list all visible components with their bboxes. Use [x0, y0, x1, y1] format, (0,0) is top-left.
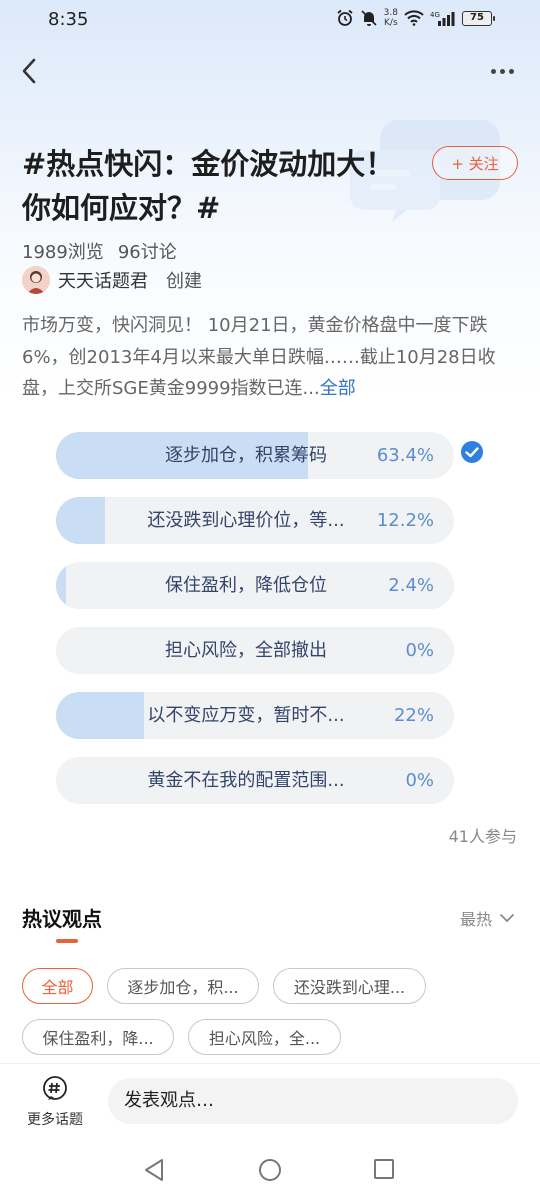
system-navigation-bar — [0, 1140, 540, 1200]
poll-option-percent: 2.4% — [388, 575, 434, 596]
poll-option-percent: 0% — [405, 770, 434, 791]
poll-option-label: 保住盈利，降低仓位 — [165, 575, 327, 596]
avatar[interactable] — [22, 266, 50, 294]
description-more-link[interactable]: 全部 — [320, 378, 356, 399]
topic-stats: 1989浏览 96讨论 — [22, 238, 177, 264]
view-count: 1989浏览 — [22, 242, 104, 263]
hashtag-icon — [43, 1076, 67, 1100]
more-topics-label: 更多话题 — [27, 1112, 83, 1128]
section-title: 热议观点 — [22, 907, 102, 931]
poll: 逐步加仓，积累筹码 63.4% 还没跌到心理价位，等... 12.2% 保住盈利，降低仓… — [56, 432, 454, 822]
filter-chip[interactable]: 逐步加仓，积... — [107, 968, 259, 1004]
selected-check-icon — [461, 441, 483, 463]
bottom-action-bar: 更多话题 发表观点… — [0, 1063, 540, 1138]
discussion-count: 96讨论 — [117, 242, 177, 263]
section-title-underline — [56, 939, 78, 943]
poll-option-percent: 63.4% — [376, 445, 434, 466]
poll-option-label: 担心风险，全部撤出 — [165, 640, 327, 661]
filter-chip[interactable]: 还没跌到心理... — [273, 968, 426, 1004]
mute-bell-icon — [361, 10, 377, 26]
poll-option-label: 黄金不在我的配置范围... — [147, 770, 345, 791]
poll-option-label: 还没跌到心理价位，等... — [147, 510, 345, 531]
sort-label: 最热 — [459, 910, 492, 929]
poll-option[interactable]: 逐步加仓，积累筹码 63.4% — [56, 432, 454, 479]
creator-info[interactable]: 天天话题君 创建 — [22, 265, 202, 295]
topic-title: #热点快闪：金价波动加大！你如何应对？# — [22, 147, 395, 225]
poll-option-label: 以不变应万变，暂时不... — [147, 705, 345, 726]
alarm-icon — [337, 9, 353, 26]
network-type-label: 4G — [430, 11, 440, 19]
filter-chip[interactable]: 担心风险，全... — [188, 1019, 341, 1055]
creator-role: 创建 — [166, 271, 202, 292]
poll-option-percent: 22% — [393, 705, 434, 726]
poll-option[interactable]: 保住盈利，降低仓位 2.4% — [56, 562, 454, 609]
more-dots-icon — [490, 68, 496, 74]
back-button[interactable] — [14, 55, 44, 87]
filter-chip[interactable]: 保住盈利，降... — [22, 1019, 174, 1055]
status-time: 8:35 — [48, 9, 89, 30]
follow-button[interactable]: + 关注 — [432, 146, 518, 180]
poll-option[interactable]: 黄金不在我的配置范围... 0% — [56, 757, 454, 804]
poll-option[interactable]: 担心风险，全部撤出 0% — [56, 627, 454, 674]
sort-dropdown[interactable]: 最热 — [460, 906, 514, 930]
signal-icon: 4G — [430, 11, 455, 26]
chevron-left-icon — [22, 58, 36, 84]
poll-option-percent: 12.2% — [376, 510, 434, 531]
description-text: 市场万变，快闪洞见！ 10月21日，黄金价格盘中一度下跌6%，创2013年4月以… — [22, 315, 496, 399]
nav-recents-square-icon[interactable] — [373, 1158, 395, 1180]
battery-indicator: 75 — [462, 10, 495, 26]
poll-option-percent: 0% — [405, 640, 434, 661]
poll-option[interactable]: 还没跌到心理价位，等... 12.2% — [56, 497, 454, 544]
creator-name[interactable]: 天天话题君 — [58, 267, 148, 293]
network-speed: 3.8 K/s — [383, 8, 398, 28]
more-topics-button[interactable]: 更多话题 — [20, 1076, 90, 1129]
poll-option[interactable]: 以不变应万变，暂时不... 22% — [56, 692, 454, 739]
more-options-button[interactable] — [486, 60, 518, 82]
participant-count: 41人参与 — [448, 827, 517, 846]
status-bar: 8:35 3.8 K/s 4G 75 — [0, 0, 540, 40]
nav-back-triangle-icon[interactable] — [143, 1158, 165, 1182]
comment-input[interactable]: 发表观点… — [108, 1078, 518, 1124]
topic-description: 市场万变，快闪洞见！ 10月21日，黄金价格盘中一度下跌6%，创2013年4月以… — [22, 310, 522, 405]
wifi-icon — [404, 10, 424, 26]
poll-option-label: 逐步加仓，积累筹码 — [165, 445, 327, 466]
nav-home-circle-icon[interactable] — [258, 1158, 282, 1182]
avatar-icon — [22, 266, 50, 294]
filter-chip-all[interactable]: 全部 — [22, 968, 93, 1004]
chevron-down-icon — [500, 913, 514, 922]
